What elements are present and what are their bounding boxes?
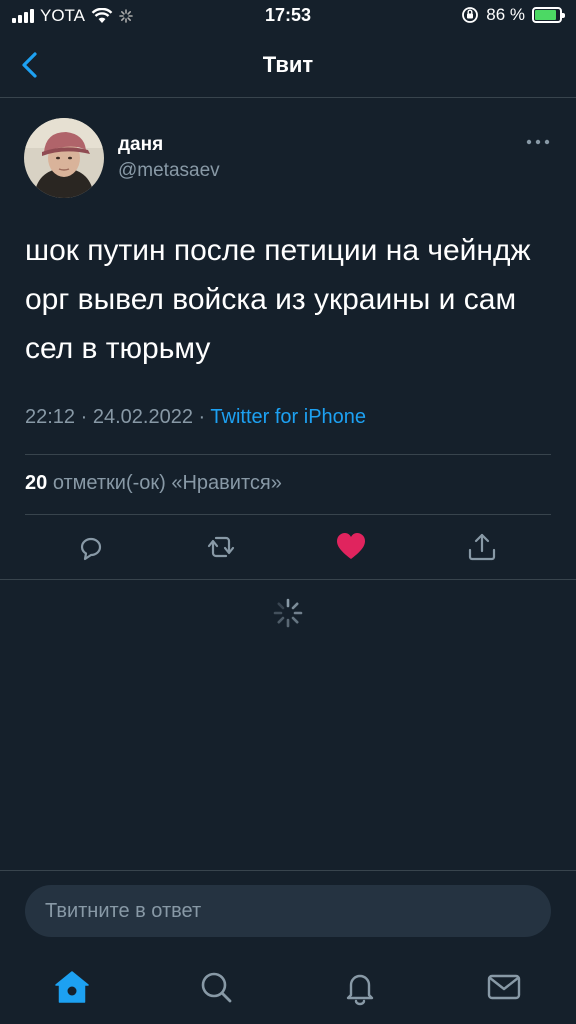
avatar[interactable] [24, 118, 104, 198]
battery-icon [532, 7, 565, 23]
nav-header: Твит [0, 32, 576, 98]
share-icon[interactable] [465, 530, 499, 564]
tweet-time: 22:12 [25, 406, 76, 428]
author-name[interactable]: даня [118, 134, 163, 156]
divider [25, 454, 551, 455]
orientation-lock-icon [462, 7, 479, 23]
tweet-source-link[interactable]: Twitter for iPhone [210, 406, 366, 428]
home-icon[interactable] [53, 968, 91, 1006]
divider [25, 514, 551, 515]
more-dots-icon[interactable] [526, 136, 550, 148]
battery-percent: 86 % [486, 5, 525, 24]
reply-input[interactable] [25, 885, 551, 937]
tweet-detail: даня @metasaev шок путин после петиции н… [0, 98, 576, 580]
mail-icon[interactable] [485, 968, 523, 1006]
likes-label: отметки(-ок) «Нравится» [52, 472, 282, 494]
tweet-date: 24.02.2022 [92, 406, 193, 428]
bottom-tab-bar [0, 950, 576, 1024]
bell-icon[interactable] [341, 968, 379, 1006]
reply-icon[interactable] [74, 530, 108, 564]
retweet-icon[interactable] [204, 530, 238, 564]
status-bar: YOTA 17:53 86 % [0, 0, 576, 32]
status-right: 86 % [461, 5, 565, 25]
tweet-text: шок путин после петиции на чейндж орг вы… [25, 234, 531, 365]
tweet-screen: YOTA 17:53 86 % Твит даня @metasaev шок … [0, 0, 576, 1024]
search-icon[interactable] [197, 968, 235, 1006]
author-handle[interactable]: @metasaev [118, 160, 220, 182]
tweet-actions [0, 530, 576, 570]
loading-spinner-icon [273, 598, 303, 628]
meta-separator: · [198, 406, 206, 428]
page-title: Твит [262, 52, 314, 77]
meta-separator: · [80, 406, 88, 428]
heart-icon[interactable] [334, 530, 368, 564]
likes-count: 20 [25, 472, 48, 494]
likes-summary[interactable]: 20 отметки(-ок) «Нравится» [25, 472, 282, 495]
tweet-meta: 22:12 · 24.02.2022 · Twitter for iPhone [25, 406, 366, 429]
reply-bar [0, 870, 576, 950]
